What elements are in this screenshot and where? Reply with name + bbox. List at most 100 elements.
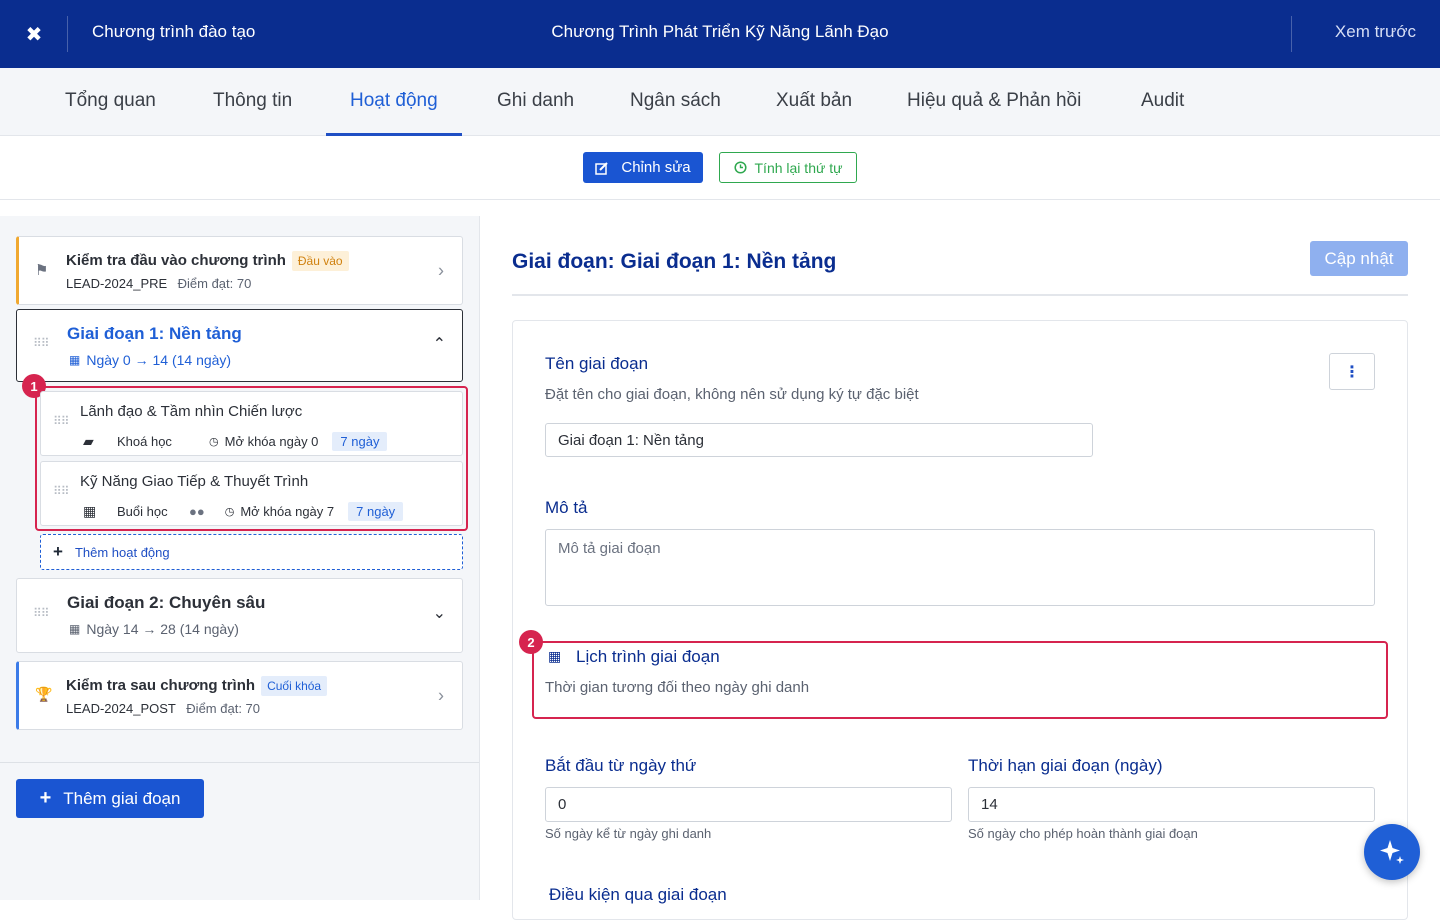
reorder-button[interactable]: Tính lại thứ tự [719, 152, 857, 183]
calendar-icon: ▦ [69, 622, 81, 636]
activity-meta: ▰ Khoá học ◷ Mở khóa ngày 0 7 ngày [83, 432, 388, 451]
calendar-icon: ▦ [548, 648, 562, 664]
more-options-icon[interactable]: ⋮ [1329, 353, 1375, 390]
tab-audit[interactable]: Audit [1117, 68, 1208, 136]
flag-icon: ⚑ [35, 262, 49, 279]
divider [1291, 16, 1292, 52]
tab-bar: Tổng quan Thông tin Hoạt động Ghi danh N… [0, 68, 1440, 136]
tab-activities[interactable]: Hoạt động [326, 68, 462, 136]
pass-condition-label: Điều kiện qua giai đoạn [549, 885, 727, 904]
action-bar: Chỉnh sửa Tính lại thứ tự [0, 136, 1440, 200]
trophy-icon: 🏆 [35, 686, 53, 702]
add-activity-label: Thêm hoạt động [74, 544, 170, 560]
duration-input[interactable]: 14 [968, 787, 1375, 822]
pre-test-code: LEAD-2024_PRE [66, 276, 168, 291]
description-label: Mô tả [545, 498, 588, 517]
add-activity-button[interactable]: + Thêm hoạt động [40, 534, 463, 570]
start-day-hint: Số ngày kể từ ngày ghi danh [545, 826, 712, 841]
plus-icon: + [53, 542, 63, 561]
reorder-button-label: Tính lại thứ tự [754, 159, 843, 176]
chevron-up-icon[interactable]: ⌃ [433, 334, 446, 354]
add-phase-label: Thêm giai đoạn [63, 788, 181, 808]
marker-2: 2 [519, 630, 543, 654]
users-icon: ●● [189, 504, 205, 519]
phase-name-hint: Đặt tên cho giai đoạn, không nên sử dụng… [545, 386, 919, 403]
phase-1-card[interactable]: ⠿⠿ Giai đoạn 1: Nền tảng ▦ Ngày 0 → 14 (… [16, 309, 463, 382]
close-icon[interactable]: ✖ [0, 0, 68, 68]
post-test-title: Kiểm tra sau chương trình [66, 677, 256, 694]
update-button[interactable]: Cập nhật [1310, 241, 1408, 276]
activity-type: Khoá học [117, 434, 172, 449]
activity-type: Buổi học [117, 504, 168, 519]
tab-budget[interactable]: Ngân sách [606, 68, 745, 136]
activity-meta: ▦ Buổi học ●● ◷ Mở khóa ngày 7 7 ngày [83, 502, 404, 521]
activity-title: Lãnh đạo & Tầm nhìn Chiến lược [80, 403, 303, 420]
clock-icon: ◷ [209, 436, 219, 448]
ai-assistant-button[interactable] [1364, 824, 1420, 880]
phase-1-range: Ngày 0 → 14 (14 ngày) [86, 352, 232, 368]
drag-handle-icon[interactable]: ⠿⠿ [33, 607, 50, 619]
activity-item[interactable]: ⠿⠿ Lãnh đạo & Tầm nhìn Chiến lược ▰ Khoá… [40, 391, 463, 456]
divider [512, 294, 1408, 296]
phase-1-title: Giai đoạn 1: Nền tảng [67, 324, 242, 343]
start-day-input[interactable]: 0 [545, 787, 952, 822]
phase-1-range-row: ▦ Ngày 0 → 14 (14 ngày) [69, 352, 231, 368]
start-day-label: Bắt đầu từ ngày thứ [545, 756, 697, 775]
phase-sidebar: ⚑ Kiểm tra đầu vào chương trình Đầu vào L… [0, 216, 480, 900]
tab-enrollment[interactable]: Ghi danh [473, 68, 598, 136]
phase-detail-heading: Giai đoạn: Giai đoạn 1: Nền tảng [512, 250, 837, 273]
tab-overview[interactable]: Tổng quan [41, 68, 180, 136]
schedule-hint: Thời gian tương đối theo ngày ghi danh [545, 679, 810, 696]
preview-button[interactable]: Xem trước [1335, 22, 1416, 42]
pre-test-card[interactable]: ⚑ Kiểm tra đầu vào chương trình Đầu vào L… [16, 236, 463, 305]
post-test-score: Điểm đạt: 70 [186, 701, 260, 716]
description-textarea[interactable]: Mô tả giai đoạn [545, 529, 1375, 606]
tab-publish[interactable]: Xuất bản [752, 68, 876, 136]
phase-2-title: Giai đoạn 2: Chuyên sâu [67, 593, 266, 612]
activity-unlock: Mở khóa ngày 0 [224, 434, 319, 449]
top-bar: ✖ Chương trình đào tạo Chương Trình Phát… [0, 0, 1440, 68]
phase-name-input[interactable]: Giai đoạn 1: Nền tảng [545, 423, 1093, 457]
post-test-code: LEAD-2024_POST [66, 701, 176, 716]
pre-test-meta: LEAD-2024_PRE Điểm đạt: 70 [66, 275, 251, 293]
chevron-down-icon[interactable]: ⌄ [433, 603, 446, 623]
pre-test-score: Điểm đạt: 70 [177, 276, 252, 291]
tab-feedback[interactable]: Hiệu quả & Phản hồi [883, 68, 1105, 136]
activity-duration: 7 ngày [332, 432, 388, 451]
post-test-badge: Cuối khóa [261, 676, 328, 696]
duration-hint: Số ngày cho phép hoàn thành giai đoạn [968, 826, 1198, 841]
clock-icon [733, 161, 747, 174]
book-icon: ▰ [83, 433, 94, 449]
post-test-meta: LEAD-2024_POST Điểm đạt: 70 [66, 700, 260, 718]
duration-label: Thời hạn giai đoạn (ngày) [968, 756, 1163, 775]
phase-2-card[interactable]: ⠿⠿ Giai đoạn 2: Chuyên sâu ▦ Ngày 14 → 2… [16, 578, 463, 653]
drag-handle-icon[interactable]: ⠿⠿ [53, 415, 70, 427]
post-test-card[interactable]: 🏆 Kiểm tra sau chương trình Cuối khóa LEA… [16, 661, 463, 730]
divider [67, 16, 68, 52]
activity-item[interactable]: ⠿⠿ Kỹ Năng Giao Tiếp & Thuyết Trình ▦ Bu… [40, 461, 463, 526]
chevron-right-icon: › [438, 260, 444, 280]
edit-icon [595, 161, 609, 175]
phase-2-range-row: ▦ Ngày 14 → 28 (14 ngày) [69, 621, 239, 637]
pre-test-title: Kiểm tra đầu vào chương trình [66, 252, 286, 269]
phase-2-range: Ngày 14 → 28 (14 ngày) [86, 621, 239, 637]
plus-icon: + [39, 787, 52, 809]
drag-handle-icon[interactable]: ⠿⠿ [33, 337, 50, 349]
calendar-icon: ▦ [69, 353, 81, 367]
schedule-label: Lịch trình giai đoạn [576, 647, 720, 666]
edit-button-label: Chỉnh sửa [621, 159, 691, 176]
breadcrumb[interactable]: Chương trình đào tạo [92, 22, 255, 42]
divider [0, 762, 479, 763]
edit-button[interactable]: Chỉnh sửa [583, 152, 703, 183]
tab-info[interactable]: Thông tin [189, 68, 316, 136]
activity-duration: 7 ngày [348, 502, 404, 521]
calendar-icon: ▦ [83, 503, 97, 519]
drag-handle-icon[interactable]: ⠿⠿ [53, 485, 70, 497]
activity-unlock: Mở khóa ngày 7 [240, 504, 335, 519]
chevron-right-icon: › [438, 685, 444, 705]
phase-name-label: Tên giai đoạn [545, 354, 649, 373]
clock-icon: ◷ [224, 506, 235, 518]
pre-test-title-row: Kiểm tra đầu vào chương trình Đầu vào [66, 251, 349, 271]
add-phase-button[interactable]: + Thêm giai đoạn [16, 779, 204, 818]
activity-title: Kỹ Năng Giao Tiếp & Thuyết Trình [80, 473, 309, 490]
